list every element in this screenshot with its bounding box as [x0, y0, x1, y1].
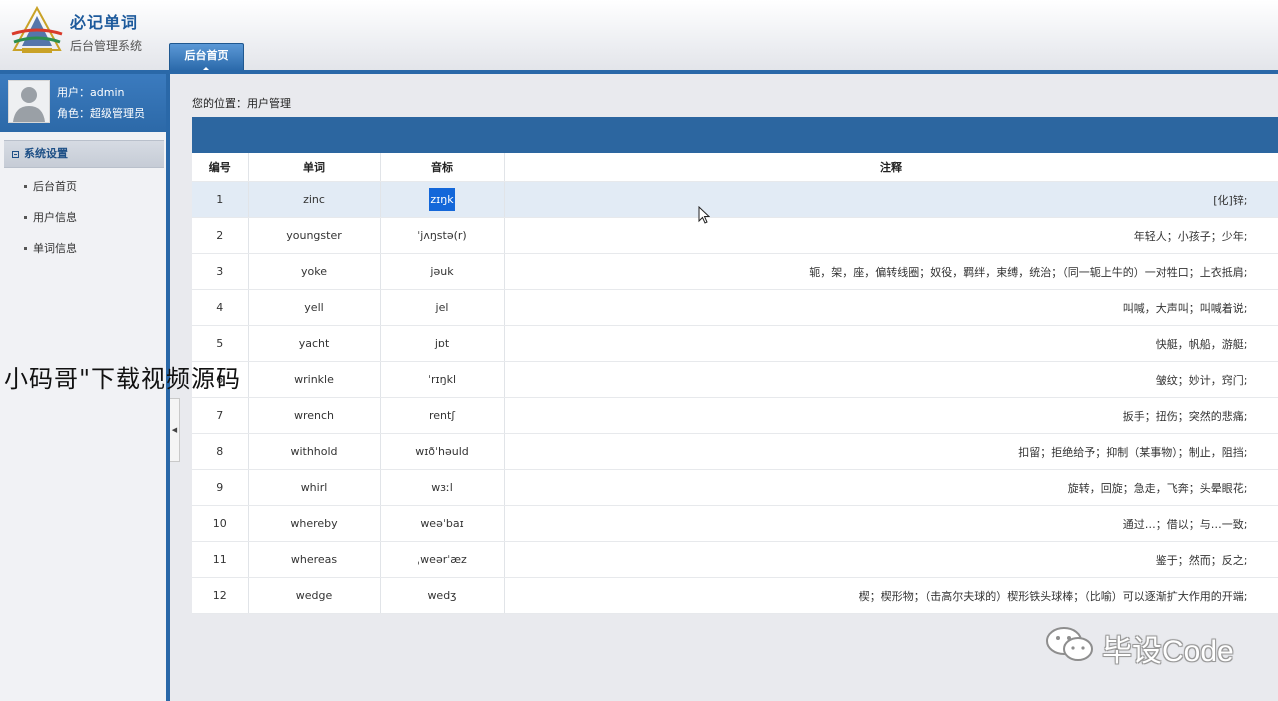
cell-word: whirl — [248, 469, 381, 506]
cell-note: 旋转，回旋；急走，飞奔；头晕眼花; — [504, 469, 1278, 506]
current-role: 角色：超级管理员 — [57, 107, 145, 120]
sidebar-item-user-info[interactable]: 用户信息 — [24, 209, 77, 225]
table-header-row: 编号 单词 音标 注释 — [192, 153, 1278, 182]
top-header: 必记单词 后台管理系统 后台首页 — [0, 0, 1278, 71]
column-header-word: 单词 — [248, 153, 381, 182]
right-watermark-text: 毕设Code — [1102, 635, 1234, 668]
cell-note: 皱纹；妙计，窍门; — [504, 361, 1278, 398]
cell-phonetic: rentʃ — [380, 397, 505, 434]
logo-icon — [11, 5, 63, 53]
header-divider — [0, 70, 1278, 74]
cell-id: 4 — [192, 289, 249, 326]
sidebar-item-home[interactable]: 后台首页 — [24, 178, 77, 194]
collapse-minus-icon — [12, 151, 19, 158]
cell-word: wrench — [248, 397, 381, 434]
cell-phonetic: zɪŋk — [380, 181, 505, 218]
sidebar-item-label: 后台首页 — [33, 180, 77, 193]
mouse-cursor-icon — [698, 206, 710, 224]
cell-note: 叫喊，大声叫；叫喊着说; — [504, 289, 1278, 326]
cell-note: 通过…；借以；与…一致; — [504, 505, 1278, 542]
tab-home[interactable]: 后台首页 — [169, 43, 244, 71]
sidebar-section-system-settings[interactable]: 系统设置 — [4, 140, 164, 168]
sidebar-item-label: 单词信息 — [33, 242, 77, 255]
cell-word: wedge — [248, 577, 381, 614]
word-table: 编号 单词 音标 注释 1 zinc zɪŋk [化]锌; 2 youngste… — [192, 153, 1278, 614]
tab-home-label: 后台首页 — [184, 49, 229, 62]
cell-word: whereas — [248, 541, 381, 578]
cell-id: 1 — [192, 181, 249, 218]
cell-id: 5 — [192, 325, 249, 362]
bullet-icon — [24, 185, 27, 188]
cell-id: 8 — [192, 433, 249, 470]
cell-phonetic: ˌweərˈæz — [380, 541, 505, 578]
cell-phonetic: jəuk — [380, 253, 505, 290]
cell-phonetic: ˈrɪŋkl — [380, 361, 505, 398]
table-row[interactable]: 1 zinc zɪŋk [化]锌; — [192, 181, 1278, 218]
sidebar-item-word-info[interactable]: 单词信息 — [24, 240, 77, 256]
cell-phonetic: wɜːl — [380, 469, 505, 506]
cell-phonetic: wedʒ — [380, 577, 505, 614]
table-row[interactable]: 7 wrench rentʃ 扳手；扭伤；突然的悲痛; — [192, 397, 1278, 434]
selected-text[interactable]: zɪŋk — [429, 188, 455, 211]
cell-note: 楔；楔形物；（击高尔夫球的）楔形铁头球棒；（比喻）可以逐渐扩大作用的开端; — [504, 577, 1278, 614]
table-toolbar — [192, 117, 1278, 153]
table-row[interactable]: 12 wedge wedʒ 楔；楔形物；（击高尔夫球的）楔形铁头球棒；（比喻）可… — [192, 577, 1278, 614]
table-row[interactable]: 4 yell jel 叫喊，大声叫；叫喊着说; — [192, 289, 1278, 326]
cell-note: 鉴于；然而；反之; — [504, 541, 1278, 578]
left-watermark: 小码哥"下载视频源码 — [4, 365, 242, 393]
cell-word: yoke — [248, 253, 381, 290]
cell-note: 快艇，帆船，游艇; — [504, 325, 1278, 362]
cell-word: yell — [248, 289, 381, 326]
cell-phonetic: wɪðˈhəuld — [380, 433, 505, 470]
cell-id: 2 — [192, 217, 249, 254]
sidebar-section-label: 系统设置 — [24, 147, 68, 160]
cell-word: youngster — [248, 217, 381, 254]
cell-phonetic: jel — [380, 289, 505, 326]
table-row[interactable]: 2 youngster ˈjʌŋstə(r) 年轻人；小孩子；少年; — [192, 217, 1278, 254]
cell-id: 3 — [192, 253, 249, 290]
bullet-icon — [24, 216, 27, 219]
bullet-icon — [24, 247, 27, 250]
app-title: 必记单词 — [70, 13, 139, 32]
cell-phonetic: weəˈbaɪ — [380, 505, 505, 542]
cell-word: wrinkle — [248, 361, 381, 398]
avatar — [8, 80, 50, 123]
cell-word: withhold — [248, 433, 381, 470]
cell-id: 11 — [192, 541, 249, 578]
cell-note: [化]锌; — [504, 181, 1278, 218]
cell-phonetic: jɒt — [380, 325, 505, 362]
table-row[interactable]: 6 wrinkle ˈrɪŋkl 皱纹；妙计，窍门; — [192, 361, 1278, 398]
cell-id: 9 — [192, 469, 249, 506]
column-header-note: 注释 — [504, 153, 1278, 182]
cell-word: whereby — [248, 505, 381, 542]
column-header-id: 编号 — [192, 153, 249, 182]
cell-id: 7 — [192, 397, 249, 434]
cell-id: 10 — [192, 505, 249, 542]
cell-word: zinc — [248, 181, 381, 218]
user-panel: 用户：admin 角色：超级管理员 — [0, 74, 166, 132]
sidebar-item-label: 用户信息 — [33, 211, 77, 224]
user-avatar-icon — [9, 81, 49, 122]
table-row[interactable]: 10 whereby weəˈbaɪ 通过…；借以；与…一致; — [192, 505, 1278, 542]
table-row[interactable]: 11 whereas ˌweərˈæz 鉴于；然而；反之; — [192, 541, 1278, 578]
sidebar-collapse-handle[interactable]: ◀ — [170, 398, 180, 462]
cell-note: 轭，架，座，偏转线圈；奴役，羁绊，束缚，统治；（同一轭上牛的）一对牲口；上衣抵肩… — [504, 253, 1278, 290]
table-row[interactable]: 9 whirl wɜːl 旋转，回旋；急走，飞奔；头晕眼花; — [192, 469, 1278, 506]
cell-phonetic: ˈjʌŋstə(r) — [380, 217, 505, 254]
current-user: 用户：admin — [57, 86, 125, 99]
cell-word: yacht — [248, 325, 381, 362]
table-row[interactable]: 5 yacht jɒt 快艇，帆船，游艇; — [192, 325, 1278, 362]
cell-note: 年轻人；小孩子；少年; — [504, 217, 1278, 254]
column-header-phonetic: 音标 — [380, 153, 505, 182]
breadcrumb: 您的位置：用户管理 — [192, 97, 291, 110]
wechat-icon — [1046, 627, 1093, 661]
table-row[interactable]: 3 yoke jəuk 轭，架，座，偏转线圈；奴役，羁绊，束缚，统治；（同一轭上… — [192, 253, 1278, 290]
cell-id: 12 — [192, 577, 249, 614]
cell-note: 扳手；扭伤；突然的悲痛; — [504, 397, 1278, 434]
app-subtitle: 后台管理系统 — [70, 39, 143, 53]
table-row[interactable]: 8 withhold wɪðˈhəuld 扣留；拒绝给予；抑制（某事物）；制止，… — [192, 433, 1278, 470]
cell-note: 扣留；拒绝给予；抑制（某事物）；制止，阻挡; — [504, 433, 1278, 470]
